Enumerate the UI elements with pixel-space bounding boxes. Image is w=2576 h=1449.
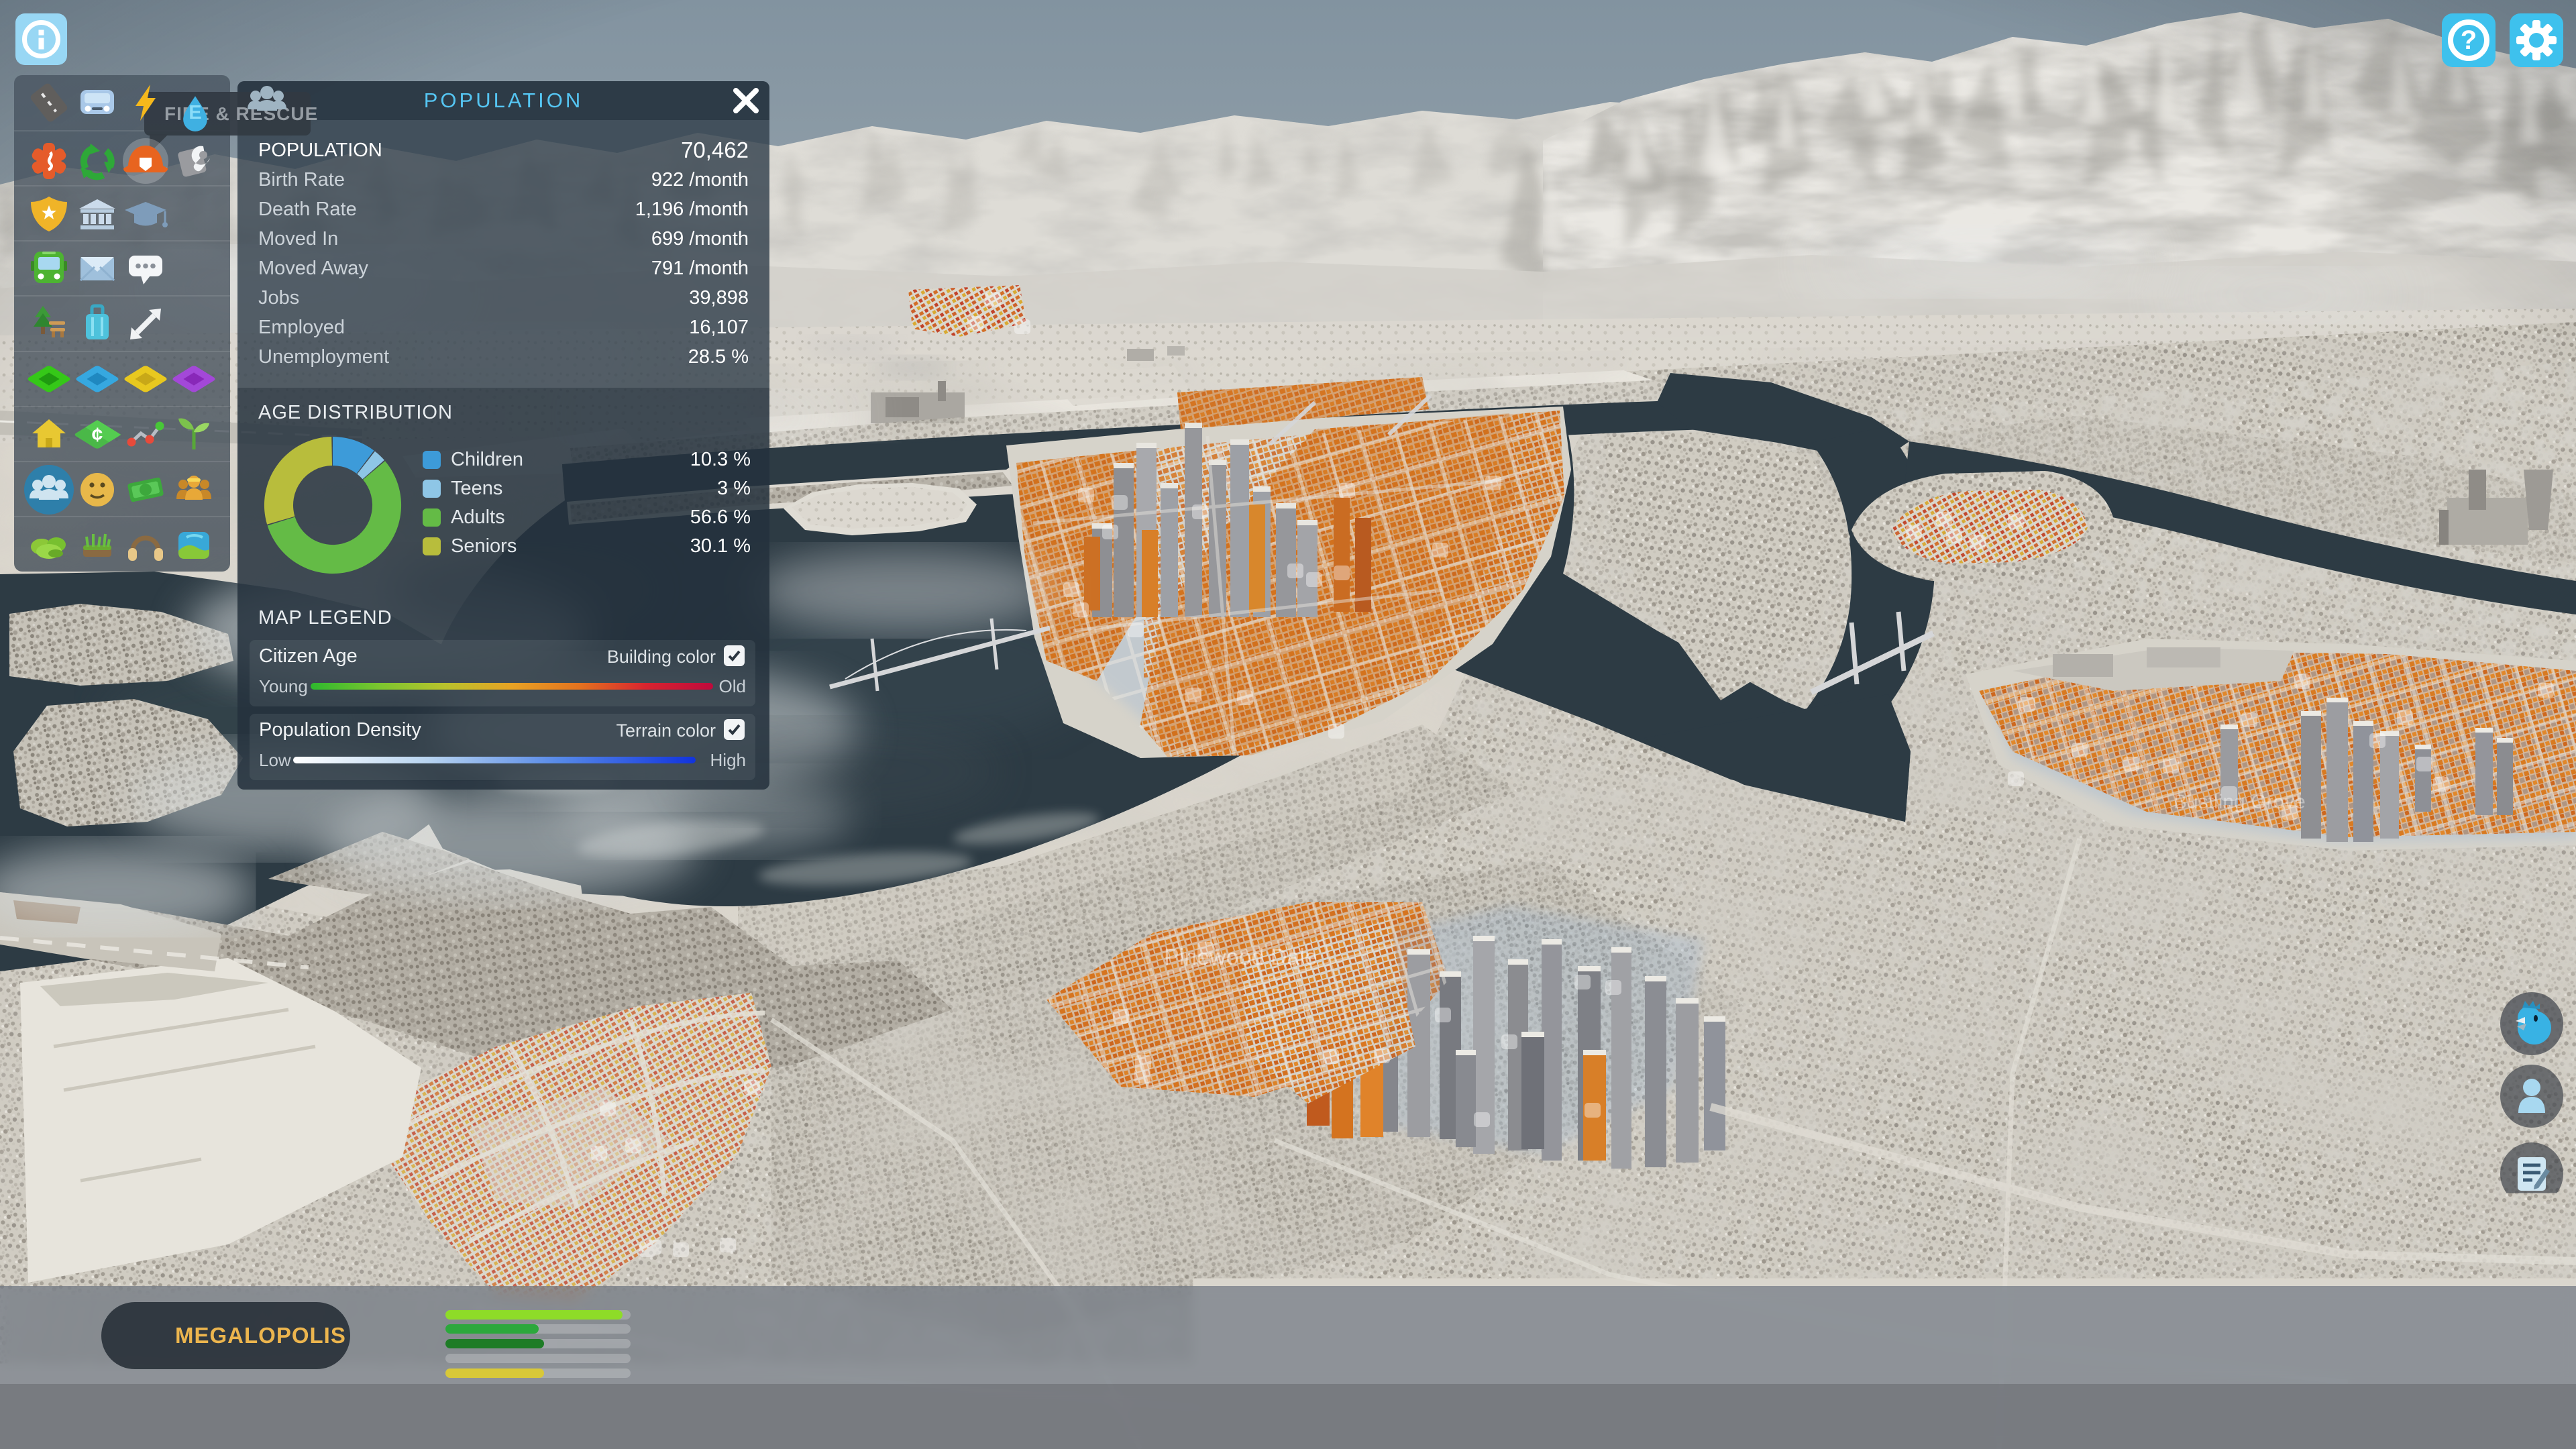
svg-text:?: ? <box>2461 25 2477 55</box>
svg-text:¢: ¢ <box>2037 1318 2051 1346</box>
svg-text:¢: ¢ <box>92 424 103 446</box>
svg-text:E: E <box>189 102 201 123</box>
